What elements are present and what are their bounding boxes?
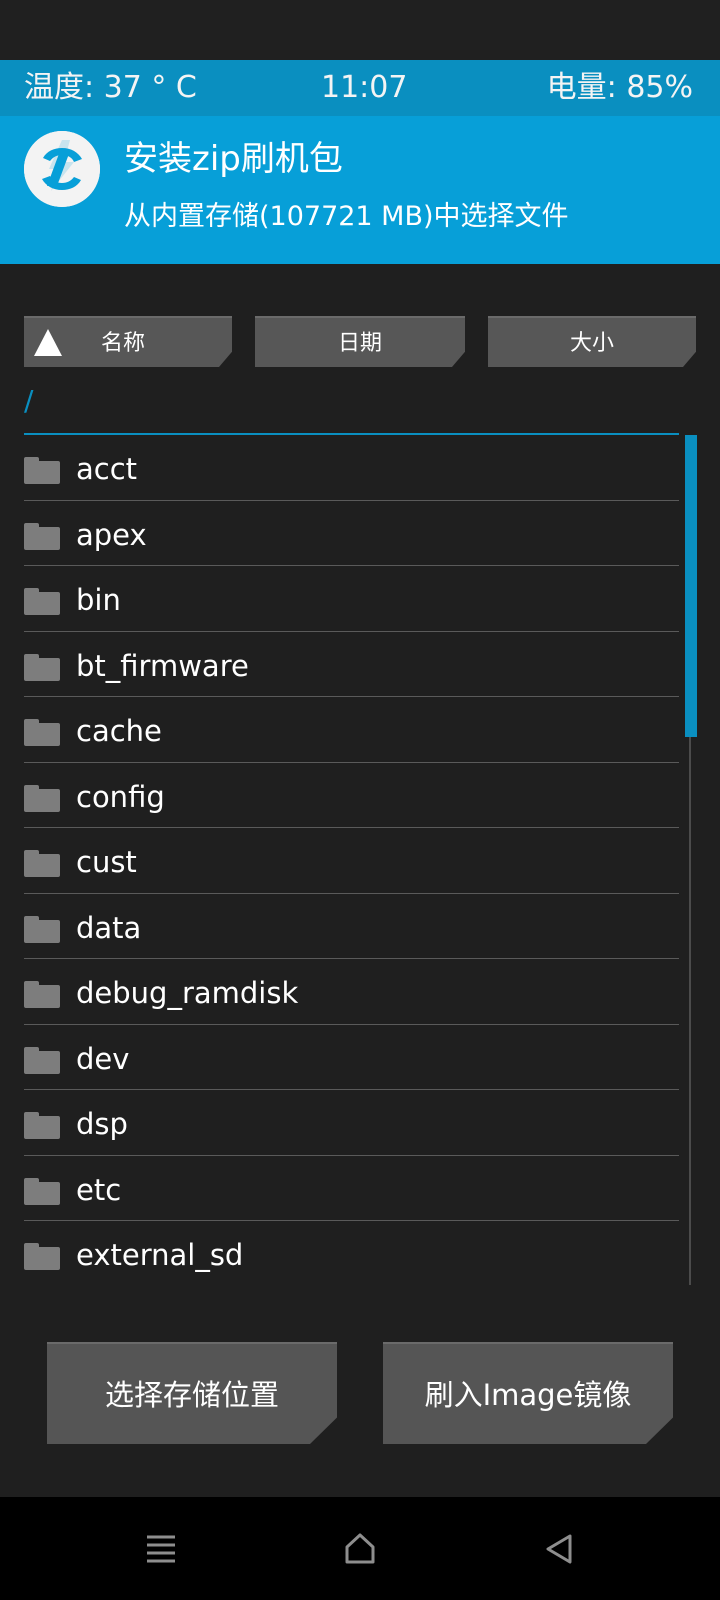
current-path: /	[24, 384, 34, 417]
file-name: bt_firmware	[76, 648, 249, 683]
folder-icon	[24, 1046, 60, 1074]
list-item[interactable]: config	[24, 763, 679, 828]
file-name: cache	[76, 714, 162, 748]
folder-icon	[24, 850, 60, 877]
folder-icon	[24, 719, 60, 746]
folder-icon	[24, 915, 60, 943]
folder-icon	[24, 1112, 60, 1139]
back-icon[interactable]	[539, 1529, 579, 1569]
file-name: config	[76, 779, 165, 814]
temperature-text: 温度: 37 ° C	[24, 70, 197, 105]
list-item[interactable]: cache	[24, 697, 679, 763]
home-icon[interactable]	[340, 1529, 380, 1569]
menu-icon[interactable]	[141, 1529, 181, 1569]
page-header: 安装zip刷机包 从内置存储(107721 MB)中选择文件	[0, 116, 720, 264]
page-title: 安装zip刷机包	[124, 139, 343, 179]
file-list[interactable]: acct apex bin bt_firmware cache config c…	[24, 435, 679, 1285]
scrollbar-thumb[interactable]	[685, 435, 697, 737]
flash-image-button[interactable]: 刷入Image镜像	[383, 1342, 673, 1444]
sort-ascending-icon	[34, 329, 62, 356]
list-item[interactable]: acct	[24, 435, 679, 501]
navigation-bar	[0, 1497, 720, 1600]
file-name: external_sd	[76, 1238, 244, 1272]
folder-icon	[24, 1177, 60, 1205]
folder-icon	[24, 981, 60, 1008]
list-item[interactable]: data	[24, 894, 679, 959]
list-item[interactable]: etc	[24, 1156, 679, 1221]
file-name: bin	[76, 583, 121, 617]
list-item[interactable]: bin	[24, 566, 679, 632]
list-item[interactable]: apex	[24, 501, 679, 566]
folder-icon	[24, 588, 60, 615]
folder-icon	[24, 1243, 60, 1270]
list-item[interactable]: cust	[24, 828, 679, 894]
sort-by-size-button[interactable]: 大小	[488, 316, 696, 367]
page-subtitle: 从内置存储(107721 MB)中选择文件	[124, 201, 569, 232]
select-storage-button[interactable]: 选择存储位置	[47, 1342, 337, 1444]
sort-name-label: 名称	[101, 331, 146, 356]
folder-icon	[24, 653, 60, 681]
sort-size-label: 大小	[569, 331, 614, 356]
file-name: apex	[76, 517, 147, 552]
sort-by-name-button[interactable]: 名称	[24, 316, 232, 367]
list-item[interactable]: dev	[24, 1025, 679, 1090]
folder-icon	[24, 522, 60, 550]
file-name: data	[76, 910, 142, 945]
list-item[interactable]: bt_firmware	[24, 632, 679, 697]
battery-text: 电量: 85%	[546, 70, 693, 105]
folder-icon	[24, 457, 60, 484]
clock-text: 11:07	[321, 70, 408, 105]
list-item[interactable]: external_sd	[24, 1221, 679, 1285]
file-list-scrollbar[interactable]	[685, 435, 697, 1285]
list-item[interactable]: dsp	[24, 1090, 679, 1156]
file-name: acct	[76, 452, 138, 486]
sort-by-date-button[interactable]: 日期	[255, 316, 465, 367]
file-name: debug_ramdisk	[76, 976, 299, 1010]
twrp-logo-icon	[24, 131, 100, 207]
top-system-area	[0, 0, 720, 60]
sort-date-label: 日期	[337, 331, 382, 356]
file-name: etc	[76, 1172, 122, 1207]
status-bar: 温度: 37 ° C 11:07 电量: 85%	[0, 60, 720, 116]
list-item[interactable]: debug_ramdisk	[24, 959, 679, 1025]
file-name: cust	[76, 845, 137, 879]
file-name: dsp	[76, 1107, 128, 1141]
folder-icon	[24, 784, 60, 812]
file-name: dev	[76, 1041, 130, 1076]
